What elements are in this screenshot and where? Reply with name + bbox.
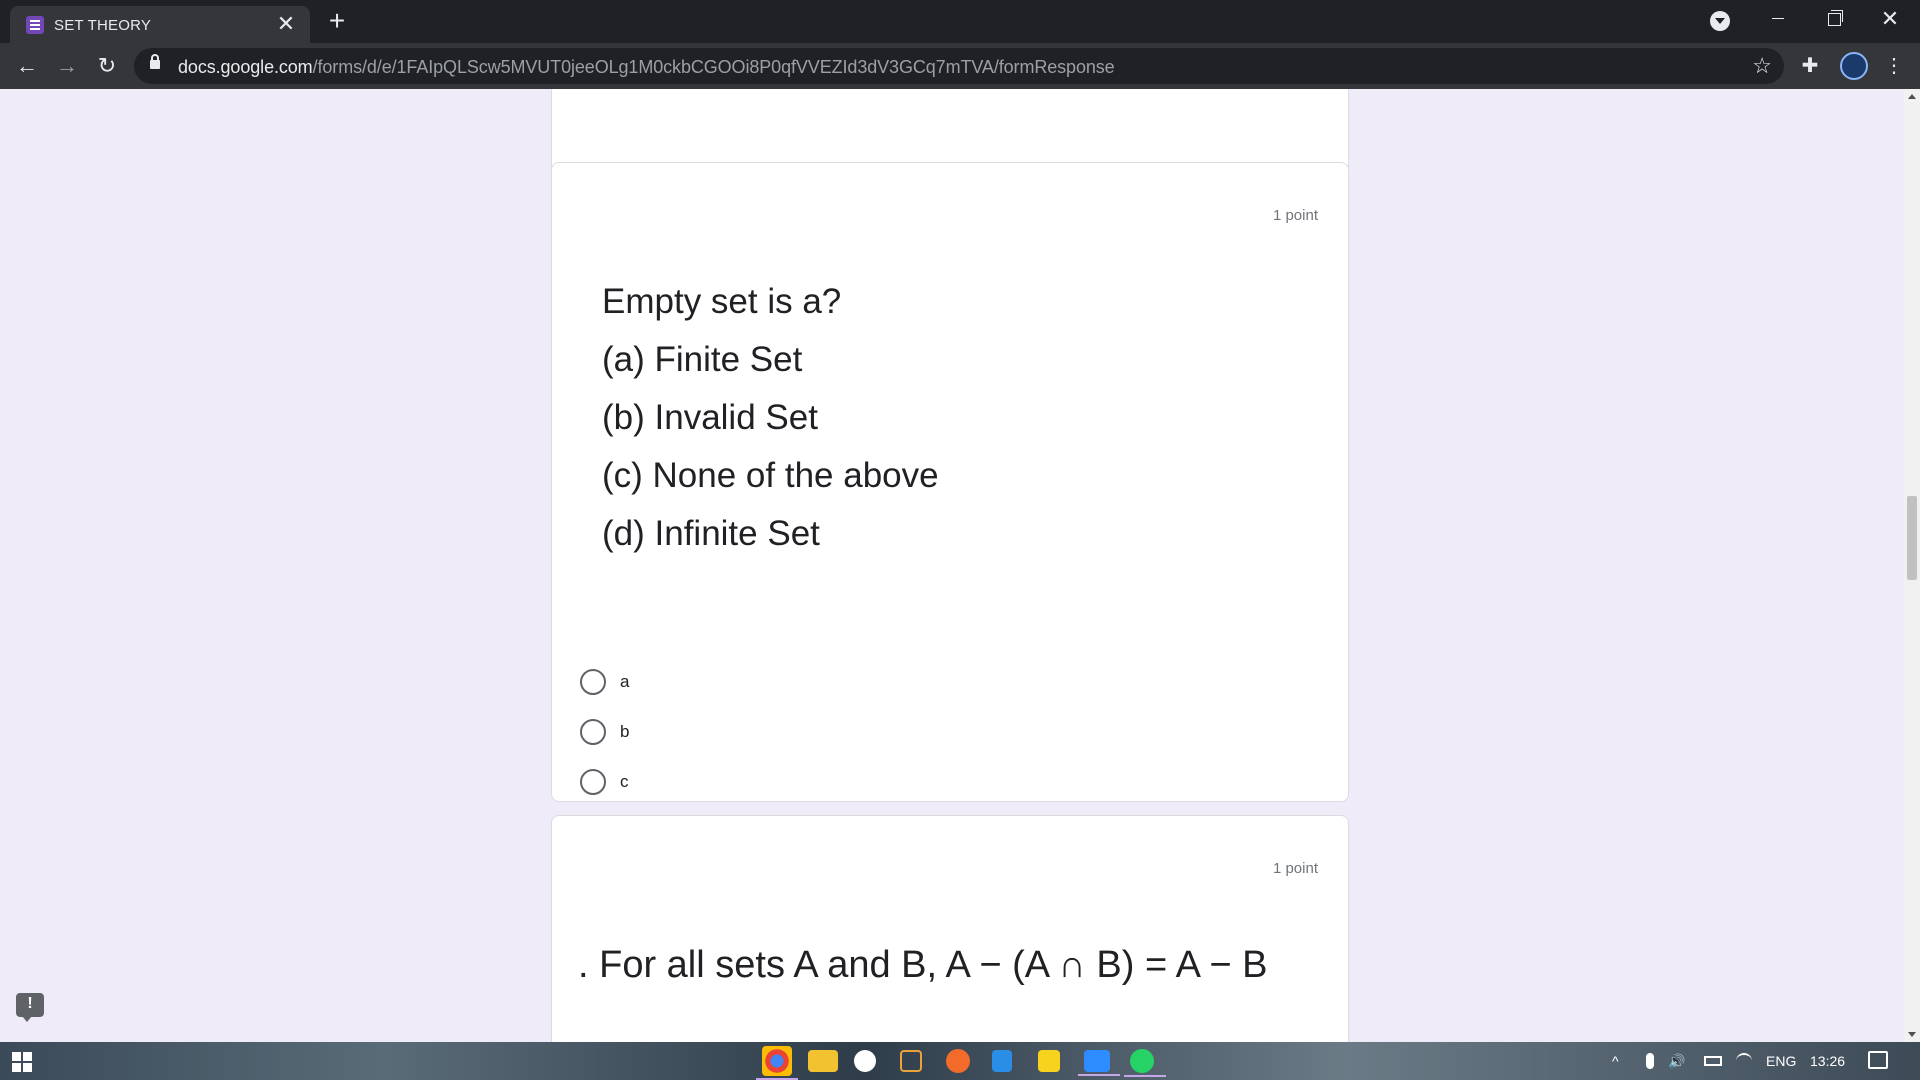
window-close-button[interactable]: ✕ [1862,0,1918,38]
question-title: . For all sets A and B, A − (A ∩ B) = A … [578,944,1268,986]
tray-chevron-icon[interactable]: ^ [1612,1042,1619,1080]
points-label: 1 point [1272,207,1318,224]
new-tab-button[interactable]: + [322,6,352,36]
windows-taskbar: ^ 🔊 ENG 13:26 [0,1042,1920,1080]
wifi-icon[interactable] [1736,1053,1752,1069]
app-taskbar-icon[interactable] [946,1049,970,1073]
whatsapp-taskbar-icon[interactable] [1124,1049,1166,1077]
page-scrollbar[interactable] [1904,89,1920,1042]
extensions-puzzle-icon[interactable]: ✚ [1798,54,1822,78]
address-bar[interactable]: docs.google.com/forms/d/e/1FAIpQLScw5MVU… [134,48,1784,84]
url-text[interactable]: docs.google.com/forms/d/e/1FAIpQLScw5MVU… [178,57,1115,78]
google-forms-icon [26,16,44,34]
question-line: (d) Infinite Set [602,514,820,553]
browser-toolbar: ← → ↻ docs.google.com/forms/d/e/1FAIpQLS… [0,43,1920,89]
question-line: Empty set is a? [602,282,842,321]
sticky-notes-taskbar-icon[interactable] [1038,1050,1060,1072]
browser-tab[interactable]: SET THEORY ✕ [10,6,310,43]
lock-icon[interactable] [150,54,160,69]
minimize-button[interactable] [1750,0,1806,38]
browser-tab-strip: SET THEORY ✕ + ✕ [0,0,1920,43]
question-title: Empty set is a? (a) Finite Set (b) Inval… [602,273,939,563]
chrome-taskbar-icon[interactable] [756,1046,798,1080]
question-card-empty-set: 1 point Empty set is a? (a) Finite Set (… [551,162,1349,845]
scrollbar-thumb[interactable] [1907,496,1917,580]
scroll-down-arrow-icon[interactable] [1908,1032,1916,1037]
restore-button[interactable] [1806,0,1862,38]
tab-search-icon[interactable] [1710,11,1730,31]
app-taskbar-icon[interactable] [854,1050,876,1072]
windows-start-icon[interactable] [12,1052,32,1072]
file-explorer-taskbar-icon[interactable] [808,1050,838,1072]
back-arrow-icon[interactable]: ← [12,51,42,81]
question-line: (a) Finite Set [602,340,803,379]
option-label: b [620,722,630,741]
tab-title: SET THEORY [54,17,152,34]
notification-center-icon[interactable] [1868,1051,1888,1069]
report-problem-button[interactable]: ! [16,993,44,1022]
question-line: (c) None of the above [602,456,939,495]
volume-icon[interactable]: 🔊 [1668,1042,1685,1080]
url-host: docs.google.com [178,57,313,77]
scroll-up-arrow-icon[interactable] [1908,94,1916,99]
url-path: /forms/d/e/1FAIpQLScw5MVUT0jeeOLg1M0ckbC… [312,57,1115,77]
radio-button[interactable] [580,669,606,695]
points-label: 1 point [1272,860,1318,877]
reload-icon[interactable]: ↻ [92,51,122,81]
tab-close-icon[interactable]: ✕ [274,12,298,36]
option-label: c [620,772,629,791]
language-indicator[interactable]: ENG [1766,1042,1796,1080]
bookmark-star-icon[interactable]: ☆ [1752,53,1772,79]
forward-arrow-icon[interactable]: → [52,51,82,81]
battery-icon[interactable] [1704,1056,1722,1066]
zoom-taskbar-icon[interactable] [1078,1050,1120,1076]
profile-avatar[interactable] [1840,52,1868,80]
radio-button[interactable] [580,719,606,745]
question-line: (b) Invalid Set [602,398,818,437]
app-taskbar-icon[interactable] [900,1050,922,1072]
microphone-icon[interactable] [1646,1053,1654,1069]
form-page: d 1 point Empty set is a? (a) Finite Set… [0,89,1904,1042]
browser-menu-icon[interactable]: ⋮ [1884,53,1904,79]
clock[interactable]: 13:26 [1810,1042,1845,1080]
vscode-taskbar-icon[interactable] [992,1050,1012,1072]
radio-button[interactable] [580,769,606,795]
option-label: a [620,672,630,691]
question-card-set-difference: 1 point . For all sets A and B, A − (A ∩… [551,815,1349,1042]
